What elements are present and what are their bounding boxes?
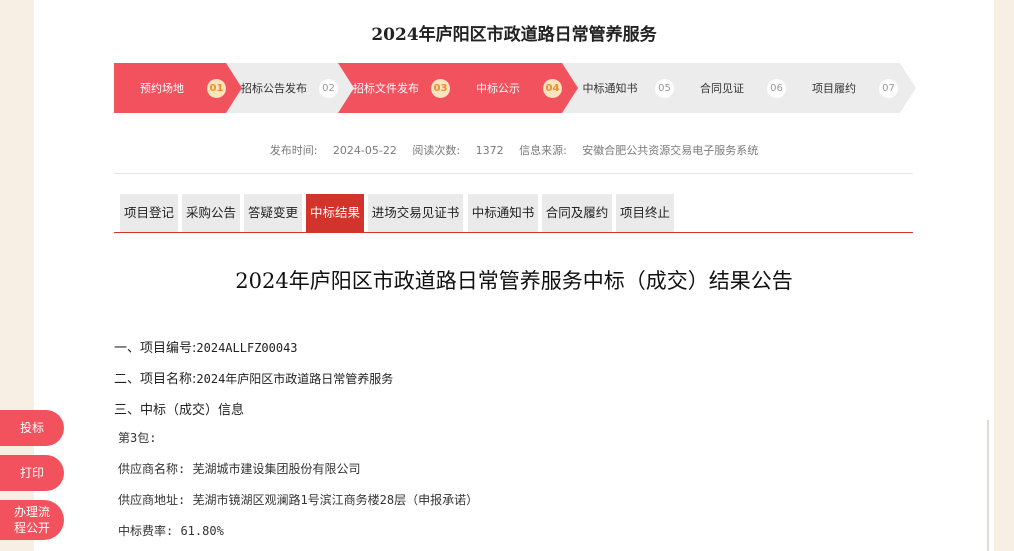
document-title: 2024年庐阳区市政道路日常管养服务中标（成交）结果公告 [235,269,793,293]
process-public-button[interactable]: 办理流 程公开 [0,500,64,540]
tab-termination[interactable]: 项目终止 [616,194,674,232]
views-label: 阅读次数: [412,144,461,157]
divider [114,173,913,174]
project-title: 2024年庐阳区市政道路日常管养服务 [371,25,657,45]
supplier-name: 供应商名称: 芜湖城市建设集团股份有限公司 [118,462,361,476]
tab-procurement-notice[interactable]: 采购公告 [182,194,240,232]
project-name-label: 二、项目名称: [114,372,197,387]
process-steps: 预约场地 01 招标公告发布 02 招标文件发布 03 中标公示 04 中标通知… [114,63,916,113]
tab-contract[interactable]: 合同及履约 [542,194,612,232]
tab-project-registration[interactable]: 项目登记 [120,194,178,232]
page-container: 2024年庐阳区市政道路日常管养服务 预约场地 01 招标公告发布 02 招标文… [34,0,994,551]
step-4[interactable]: 中标公示 04 [450,63,580,113]
bid-button[interactable]: 投标 [0,410,64,446]
award-rate: 中标费率: 61.80% [118,524,224,538]
process-public-line1: 办理流 [13,505,50,519]
project-name-line: 二、项目名称:2024年庐阳区市政道路日常管养服务 [114,368,393,387]
step-number: 05 [655,79,674,98]
supplier-address: 供应商地址: 芜湖市镜湖区观澜路1号滨江商务楼28层（申报承诺） [118,493,479,507]
tab-underline [114,232,913,233]
project-number-value: 2024ALLFZ00043 [196,341,298,355]
step-number: 06 [767,79,786,98]
tab-award-result[interactable]: 中标结果 [306,194,364,232]
project-number-label: 一、项目编号: [114,341,197,356]
publish-date-label: 发布时间: [269,144,318,157]
step-label: 预约场地 [140,82,184,95]
step-number: 01 [207,79,226,98]
project-number-line: 一、项目编号:2024ALLFZ00043 [114,337,298,356]
scrollbar[interactable] [987,420,989,551]
step-1[interactable]: 预约场地 01 [114,63,244,113]
project-name-value: 2024年庐阳区市政道路日常管养服务 [196,372,394,386]
step-2[interactable]: 招标公告发布 02 [226,63,356,113]
publish-date: 2024-05-22 [332,144,397,157]
process-public-line2: 程公开 [13,521,50,535]
step-number: 04 [543,79,562,98]
print-button[interactable]: 打印 [0,455,64,491]
award-info-heading: 三、中标（成交）信息 [114,403,245,418]
step-5[interactable]: 中标通知书 05 [562,63,692,113]
step-number: 03 [431,79,450,98]
step-number: 07 [879,79,898,98]
step-7[interactable]: 项目履约 07 [786,63,916,113]
tab-award-notice[interactable]: 中标通知书 [468,194,538,232]
tab-trade-certificate[interactable]: 进场交易见证书 [368,194,463,232]
publish-meta: 发布时间: 2024-05-22 阅读次数: 1372 信息来源: 安徽合肥公共… [0,142,1014,158]
source-label: 信息来源: [519,144,567,157]
views-count: 1372 [475,144,504,157]
step-3[interactable]: 招标文件发布 03 [338,63,468,113]
step-6[interactable]: 合同见证 06 [674,63,804,113]
step-number: 02 [319,79,338,98]
tab-clarification[interactable]: 答疑变更 [244,194,302,232]
package-label: 第3包: [118,431,157,445]
source-name: 安徽合肥公共资源交易电子服务系统 [582,144,759,157]
